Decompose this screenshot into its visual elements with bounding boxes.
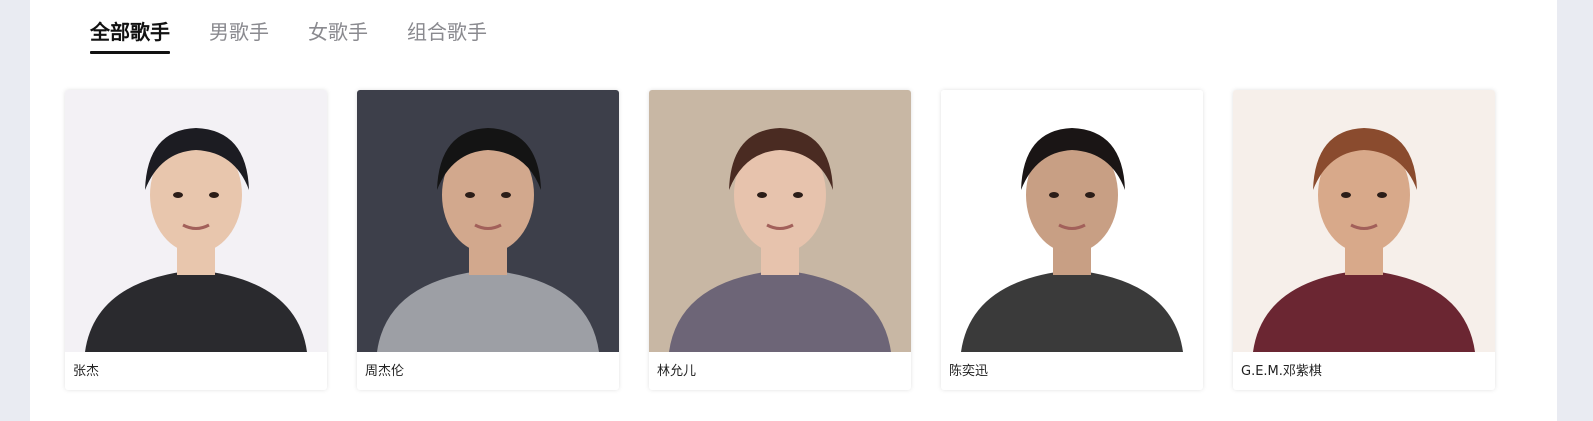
- singer-photo[interactable]: [357, 90, 619, 352]
- singer-photo[interactable]: [649, 90, 911, 352]
- tab-female-singers[interactable]: 女歌手: [308, 16, 368, 54]
- singer-panel: 全部歌手 男歌手 女歌手 组合歌手 张杰 周杰伦 林允儿 陈奕迅 G.E.M.邓…: [30, 0, 1557, 421]
- singer-card-jay-chou[interactable]: 周杰伦: [357, 90, 619, 390]
- singer-photo[interactable]: [941, 90, 1203, 352]
- singer-name[interactable]: G.E.M.邓紫棋: [1233, 352, 1495, 390]
- singer-category-tabs: 全部歌手 男歌手 女歌手 组合歌手: [90, 16, 526, 58]
- singer-name[interactable]: 周杰伦: [357, 352, 619, 390]
- singer-photo[interactable]: [65, 90, 327, 352]
- singer-name[interactable]: 张杰: [65, 352, 327, 390]
- singer-name[interactable]: 林允儿: [649, 352, 911, 390]
- singer-card-gem[interactable]: G.E.M.邓紫棋: [1233, 90, 1495, 390]
- singer-card-yoona[interactable]: 林允儿: [649, 90, 911, 390]
- tab-male-singers[interactable]: 男歌手: [209, 16, 269, 54]
- tab-all-singers[interactable]: 全部歌手: [90, 16, 170, 54]
- singer-photo[interactable]: [1233, 90, 1495, 352]
- tab-group-singers[interactable]: 组合歌手: [407, 16, 487, 54]
- singer-card-eason-chan[interactable]: 陈奕迅: [941, 90, 1203, 390]
- singer-card-list: 张杰 周杰伦 林允儿 陈奕迅 G.E.M.邓紫棋: [65, 90, 1495, 390]
- singer-card-zhangjie[interactable]: 张杰: [65, 90, 327, 390]
- singer-name[interactable]: 陈奕迅: [941, 352, 1203, 390]
